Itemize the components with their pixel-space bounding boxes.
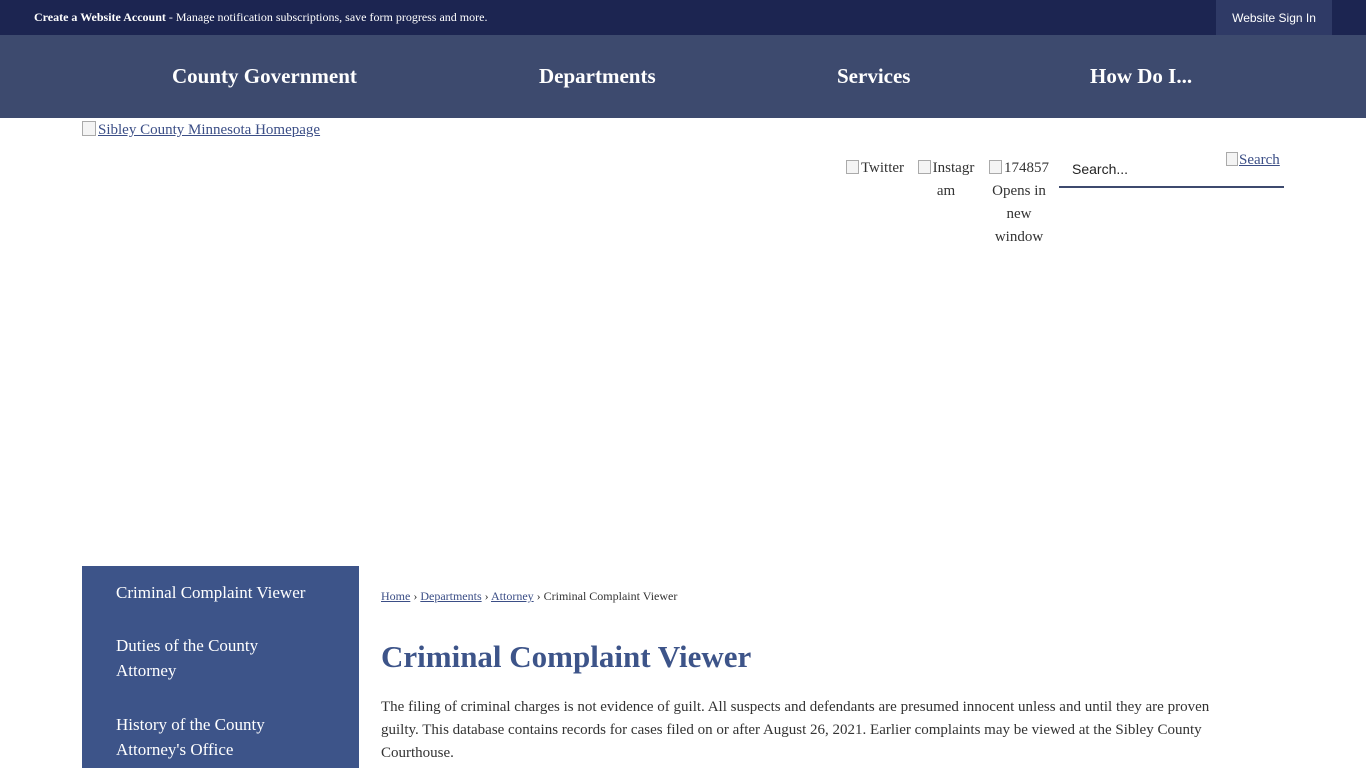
nav-county-government[interactable]: County Government — [172, 64, 357, 89]
create-account-link[interactable]: Create a Website Account - Manage notifi… — [34, 10, 487, 25]
sidebar-navigation: Criminal Complaint Viewer Duties of the … — [82, 566, 359, 768]
breadcrumb-departments[interactable]: Departments — [420, 589, 481, 603]
sidebar-item-label: Duties of the County — [116, 636, 259, 655]
create-account-description: - Manage notification subscriptions, sav… — [165, 10, 488, 24]
sidebar-item-label: Attorney's Office — [116, 740, 234, 759]
nav-departments[interactable]: Departments — [539, 64, 656, 89]
facebook-alt-text-4: window — [994, 229, 1044, 245]
facebook-alt-text-2: Opens in — [992, 183, 1046, 199]
logo-alt-text: Sibley County Minnesota Homepage — [98, 122, 321, 138]
instagram-alt-text-2: am — [936, 183, 956, 199]
sidebar-item-label: History of the County — [116, 715, 265, 734]
twitter-icon — [845, 160, 859, 174]
breadcrumb-attorney[interactable]: Attorney — [491, 589, 534, 603]
website-sign-in-button[interactable]: Website Sign In — [1216, 0, 1332, 35]
nav-how-do-i[interactable]: How Do I... — [1090, 64, 1192, 89]
breadcrumb-separator: › — [413, 589, 418, 603]
facebook-link[interactable]: 174857 Opens in new window — [986, 157, 1052, 249]
facebook-alt-text-3: new — [1006, 206, 1032, 222]
search-icon — [1226, 152, 1238, 166]
breadcrumb-separator: › — [536, 589, 541, 603]
facebook-alt-text-1: 174857 — [1004, 160, 1049, 176]
sidebar-item-history-of-attorney-office[interactable]: History of the County Attorney's Office — [116, 712, 316, 762]
facebook-icon — [989, 160, 1002, 174]
instagram-icon — [917, 160, 931, 174]
sidebar-item-label: Criminal Complaint Viewer — [116, 583, 306, 602]
main-navigation: County Government Departments Services H… — [0, 35, 1366, 118]
twitter-link[interactable]: Twitter — [844, 157, 906, 180]
homepage-logo-link[interactable]: Sibley County Minnesota Homepage — [82, 121, 320, 139]
top-utility-bar: Create a Website Account - Manage notifi… — [0, 0, 1366, 35]
site-search: Search — [1059, 151, 1284, 188]
search-button[interactable]: Search — [1226, 152, 1280, 169]
broken-image-icon — [82, 121, 96, 136]
nav-services[interactable]: Services — [837, 64, 910, 89]
intro-paragraph: The filing of criminal charges is not ev… — [381, 699, 1210, 761]
instagram-alt-text-1: Instagr — [932, 160, 975, 176]
search-button-label: Search — [1239, 152, 1280, 168]
breadcrumb-home[interactable]: Home — [381, 589, 410, 603]
sidebar-item-label: Attorney — [116, 661, 177, 680]
instagram-link[interactable]: Instagr am — [914, 157, 978, 203]
sidebar-item-duties-of-county-attorney[interactable]: Duties of the County Attorney — [116, 633, 316, 683]
sidebar-item-criminal-complaint-viewer[interactable]: Criminal Complaint Viewer — [116, 580, 316, 605]
breadcrumb-current: Criminal Complaint Viewer — [543, 589, 678, 603]
breadcrumb: Home › Departments › Attorney › Criminal… — [381, 589, 677, 604]
create-account-title[interactable]: Create a Website Account — [34, 10, 166, 24]
twitter-alt-text: Twitter — [860, 160, 905, 176]
breadcrumb-separator: › — [484, 589, 489, 603]
search-input[interactable] — [1059, 151, 1224, 186]
page-title: Criminal Complaint Viewer — [381, 639, 752, 674]
